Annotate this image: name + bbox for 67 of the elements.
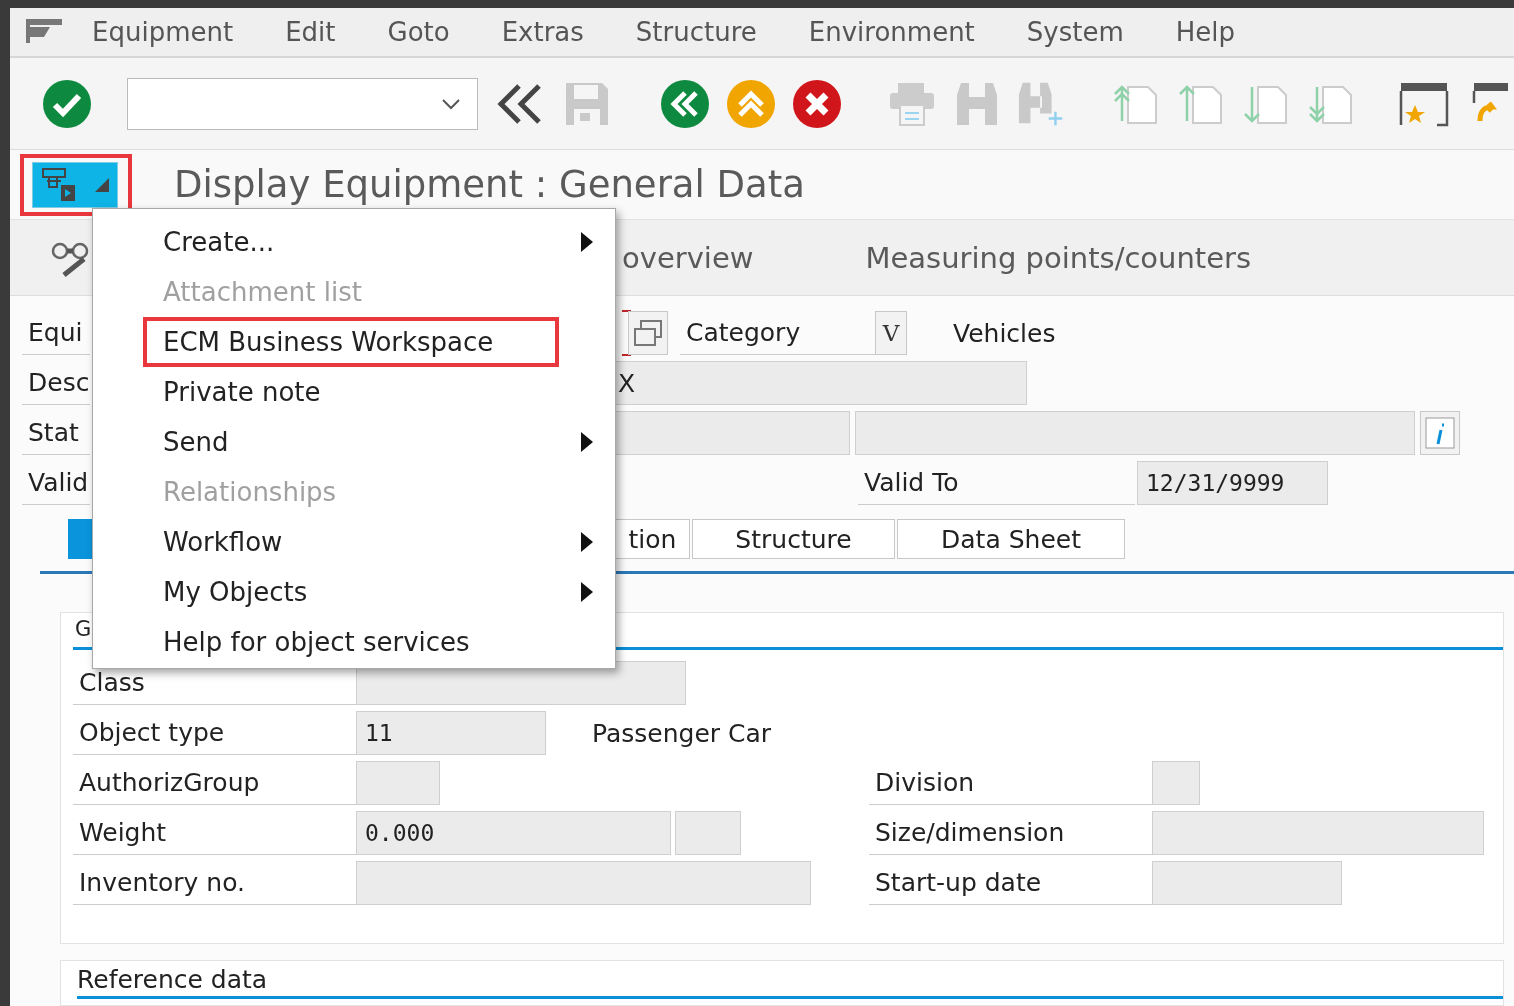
chevron-down-icon: [440, 97, 461, 110]
menu-item[interactable]: Structure: [635, 17, 757, 47]
input-field[interactable]: [356, 861, 811, 905]
input-field[interactable]: 11: [356, 711, 546, 755]
double-chevron-left-icon: [659, 78, 710, 129]
menu-item[interactable]: Equipment: [92, 17, 234, 47]
cancel-button[interactable]: [791, 78, 842, 129]
exit-button[interactable]: [725, 78, 776, 129]
double-chevron-up-icon: [725, 78, 776, 129]
input-field[interactable]: [1152, 861, 1342, 905]
dropdown-button[interactable]: V: [875, 311, 907, 355]
tab[interactable]: [68, 519, 92, 559]
field-label: Valid To: [858, 461, 1135, 505]
field-label: Equi: [22, 311, 90, 355]
menu-item[interactable]: Extras: [501, 17, 584, 47]
field-label: Valid: [22, 461, 90, 505]
command-field[interactable]: [127, 77, 478, 130]
enter-button[interactable]: [42, 78, 92, 129]
two-squares-icon: [633, 319, 663, 347]
submenu-arrow-icon: [581, 432, 593, 452]
double-chevron-left-icon: [497, 83, 544, 124]
info-icon: [1425, 417, 1455, 449]
menu-item[interactable]: Private note: [163, 377, 321, 407]
tab[interactable]: tion: [615, 519, 690, 559]
overview-button[interactable]: overview: [622, 240, 754, 275]
info-button[interactable]: [1420, 411, 1460, 455]
menu-item[interactable]: My Objects: [163, 577, 308, 607]
submenu-arrow-icon: [581, 232, 593, 252]
menu-item[interactable]: System: [1026, 17, 1124, 47]
menu-item[interactable]: Help: [1175, 17, 1236, 47]
field-label: Desc: [22, 361, 90, 405]
tab[interactable]: Data Sheet: [897, 519, 1125, 559]
input-field[interactable]: 0.000: [356, 811, 671, 855]
back-button[interactable]: [659, 78, 710, 129]
checkmark-icon: [42, 78, 92, 129]
printer-icon: [888, 80, 936, 127]
unit-field[interactable]: [675, 811, 741, 855]
menu-item[interactable]: Goto: [387, 17, 450, 47]
group-title: Reference data: [77, 965, 268, 994]
object-type-text: Passenger Car: [592, 718, 772, 748]
input-field[interactable]: [1152, 761, 1200, 805]
screen-title: Display Equipment : General Data: [174, 163, 805, 206]
menu-item[interactable]: Edit: [285, 17, 336, 47]
status-text-field[interactable]: [855, 411, 1415, 455]
menu-item[interactable]: Send: [163, 427, 229, 457]
date-field[interactable]: 12/31/9999: [1137, 461, 1328, 505]
menu-item[interactable]: Environment: [808, 17, 975, 47]
corner-triangle-icon: [95, 177, 109, 192]
group-title: G: [75, 617, 92, 641]
status-field[interactable]: [615, 411, 850, 455]
services-button[interactable]: [32, 161, 118, 208]
tab[interactable]: Structure: [692, 519, 895, 559]
field-label: Stat: [22, 411, 90, 455]
menu-item[interactable]: Create...: [163, 227, 275, 257]
menu-item[interactable]: Workflow: [163, 527, 283, 557]
input-field[interactable]: [356, 761, 440, 805]
input-field[interactable]: [1152, 811, 1484, 855]
submenu-arrow-icon: [581, 532, 593, 552]
menu-item[interactable]: ECM Business Workspace: [163, 327, 494, 357]
submenu-arrow-icon: [581, 582, 593, 602]
close-icon: [791, 78, 842, 129]
category-text: Vehicles: [953, 318, 1056, 348]
measuring-points-button[interactable]: Measuring points/counters: [865, 240, 1252, 275]
menu-item[interactable]: Help for object services: [163, 627, 470, 657]
window-star-icon: [1399, 80, 1450, 127]
description-field[interactable]: X: [615, 361, 1027, 405]
copy-button[interactable]: [628, 311, 668, 355]
